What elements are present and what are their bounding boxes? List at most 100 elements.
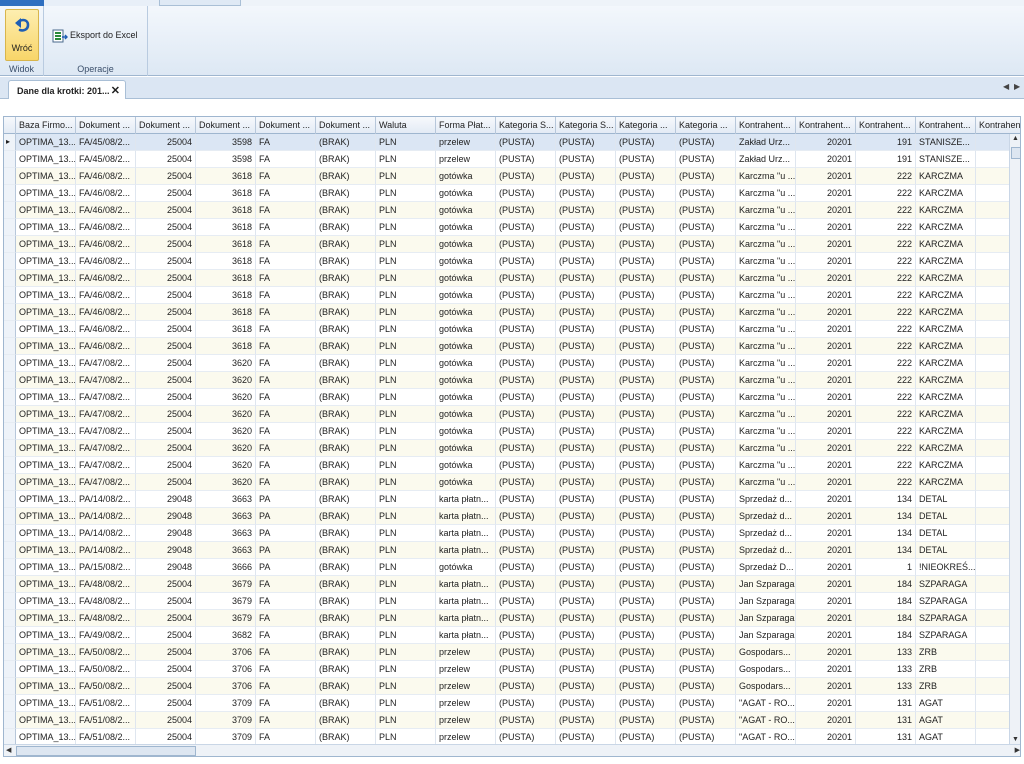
table-cell[interactable]: STANISZE... [916,134,976,151]
table-cell[interactable]: PLN [376,593,436,610]
table-cell[interactable]: (PUSTA) [676,508,736,525]
table-cell[interactable]: 25004 [136,695,196,712]
table-cell[interactable]: 222 [856,338,916,355]
table-cell[interactable]: 222 [856,219,916,236]
table-cell[interactable]: (PUSTA) [616,712,676,729]
table-cell[interactable]: OPTIMA_13... [16,678,76,695]
table-cell[interactable]: (PUSTA) [616,185,676,202]
row-indicator[interactable] [4,151,16,168]
table-cell[interactable]: karta płatn... [436,525,496,542]
table-cell[interactable]: (PUSTA) [616,168,676,185]
table-cell[interactable]: 184 [856,576,916,593]
table-row[interactable]: OPTIMA_13... FA/47/08/2... 25004 3620 FA (BRA… [4,406,1020,423]
table-cell[interactable]: (PUSTA) [496,287,556,304]
table-cell[interactable]: (BRAK) [316,542,376,559]
table-cell[interactable]: (PUSTA) [496,202,556,219]
table-cell[interactable]: (BRAK) [316,372,376,389]
table-cell[interactable]: (PUSTA) [616,678,676,695]
table-cell[interactable]: KARCZMA [916,202,976,219]
table-cell[interactable]: (PUSTA) [556,712,616,729]
table-cell[interactable]: 222 [856,236,916,253]
table-cell[interactable]: Jan Szparaga [736,610,796,627]
table-cell[interactable]: OPTIMA_13... [16,287,76,304]
table-cell[interactable]: OPTIMA_13... [16,474,76,491]
table-cell[interactable]: (BRAK) [316,151,376,168]
table-cell[interactable]: (PUSTA) [676,185,736,202]
table-cell[interactable]: PLN [376,134,436,151]
table-cell[interactable]: (PUSTA) [616,372,676,389]
table-cell[interactable]: FA [256,202,316,219]
table-cell[interactable]: 191 [856,134,916,151]
table-cell[interactable]: !NIEOKREŚ... [916,559,976,576]
table-cell[interactable]: (PUSTA) [616,695,676,712]
table-cell[interactable]: OPTIMA_13... [16,372,76,389]
table-cell[interactable]: (BRAK) [316,423,376,440]
table-cell[interactable]: OPTIMA_13... [16,712,76,729]
table-cell[interactable]: (PUSTA) [676,151,736,168]
table-cell[interactable]: 134 [856,525,916,542]
table-cell[interactable]: (BRAK) [316,491,376,508]
table-cell[interactable]: KARCZMA [916,185,976,202]
table-cell[interactable]: PA [256,508,316,525]
table-row[interactable]: OPTIMA_13... FA/46/08/2... 25004 3618 FA (BRA… [4,236,1020,253]
table-cell[interactable]: Karczma "u ... [736,202,796,219]
table-cell[interactable]: FA [256,236,316,253]
table-cell[interactable]: 20201 [796,423,856,440]
table-cell[interactable]: (PUSTA) [556,559,616,576]
table-cell[interactable]: przelew [436,134,496,151]
table-cell[interactable]: 20201 [796,593,856,610]
table-cell[interactable]: FA [256,712,316,729]
table-cell[interactable]: PLN [376,695,436,712]
table-cell[interactable]: OPTIMA_13... [16,559,76,576]
table-cell[interactable]: (PUSTA) [496,440,556,457]
table-cell[interactable]: (BRAK) [316,355,376,372]
table-cell[interactable]: PLN [376,389,436,406]
table-cell[interactable]: 20201 [796,559,856,576]
table-cell[interactable]: 25004 [136,219,196,236]
table-cell[interactable]: PLN [376,576,436,593]
table-cell[interactable]: (PUSTA) [676,440,736,457]
column-header[interactable]: Forma Płat... [436,117,496,134]
row-indicator[interactable] [4,610,16,627]
table-cell[interactable]: FA [256,151,316,168]
table-cell[interactable]: FA/51/08/2... [76,712,136,729]
table-cell[interactable]: 25004 [136,593,196,610]
table-cell[interactable]: FA [256,576,316,593]
table-cell[interactable]: gotówka [436,474,496,491]
table-cell[interactable]: Jan Szparaga [736,627,796,644]
table-cell[interactable]: 3679 [196,593,256,610]
table-cell[interactable]: 3706 [196,678,256,695]
table-cell[interactable]: 3663 [196,508,256,525]
table-cell[interactable]: (PUSTA) [616,219,676,236]
table-cell[interactable]: 25004 [136,389,196,406]
table-cell[interactable]: gotówka [436,389,496,406]
row-indicator[interactable] [4,542,16,559]
table-cell[interactable]: KARCZMA [916,457,976,474]
table-cell[interactable]: (PUSTA) [496,491,556,508]
table-cell[interactable]: FA/51/08/2... [76,695,136,712]
table-cell[interactable]: (BRAK) [316,644,376,661]
table-cell[interactable]: 3620 [196,406,256,423]
table-cell[interactable]: przelew [436,712,496,729]
table-cell[interactable]: Karczma "u ... [736,321,796,338]
table-cell[interactable]: 25004 [136,270,196,287]
table-cell[interactable]: (BRAK) [316,593,376,610]
table-cell[interactable]: KARCZMA [916,440,976,457]
table-cell[interactable]: (PUSTA) [676,559,736,576]
table-cell[interactable]: (BRAK) [316,474,376,491]
table-cell[interactable]: (PUSTA) [496,219,556,236]
table-cell[interactable]: (PUSTA) [676,423,736,440]
table-cell[interactable]: 3618 [196,202,256,219]
column-header[interactable]: Kontrahen [976,117,1020,134]
table-cell[interactable]: (BRAK) [316,304,376,321]
table-cell[interactable]: (PUSTA) [556,219,616,236]
scroll-up-icon[interactable]: ▲ [1012,135,1019,142]
table-cell[interactable]: KARCZMA [916,389,976,406]
table-cell[interactable]: (PUSTA) [496,644,556,661]
table-cell[interactable]: 25004 [136,440,196,457]
table-cell[interactable]: PLN [376,151,436,168]
table-cell[interactable]: Karczma "u ... [736,389,796,406]
table-cell[interactable]: PLN [376,440,436,457]
back-button[interactable]: Wróć [5,9,39,61]
table-cell[interactable]: 20201 [796,440,856,457]
